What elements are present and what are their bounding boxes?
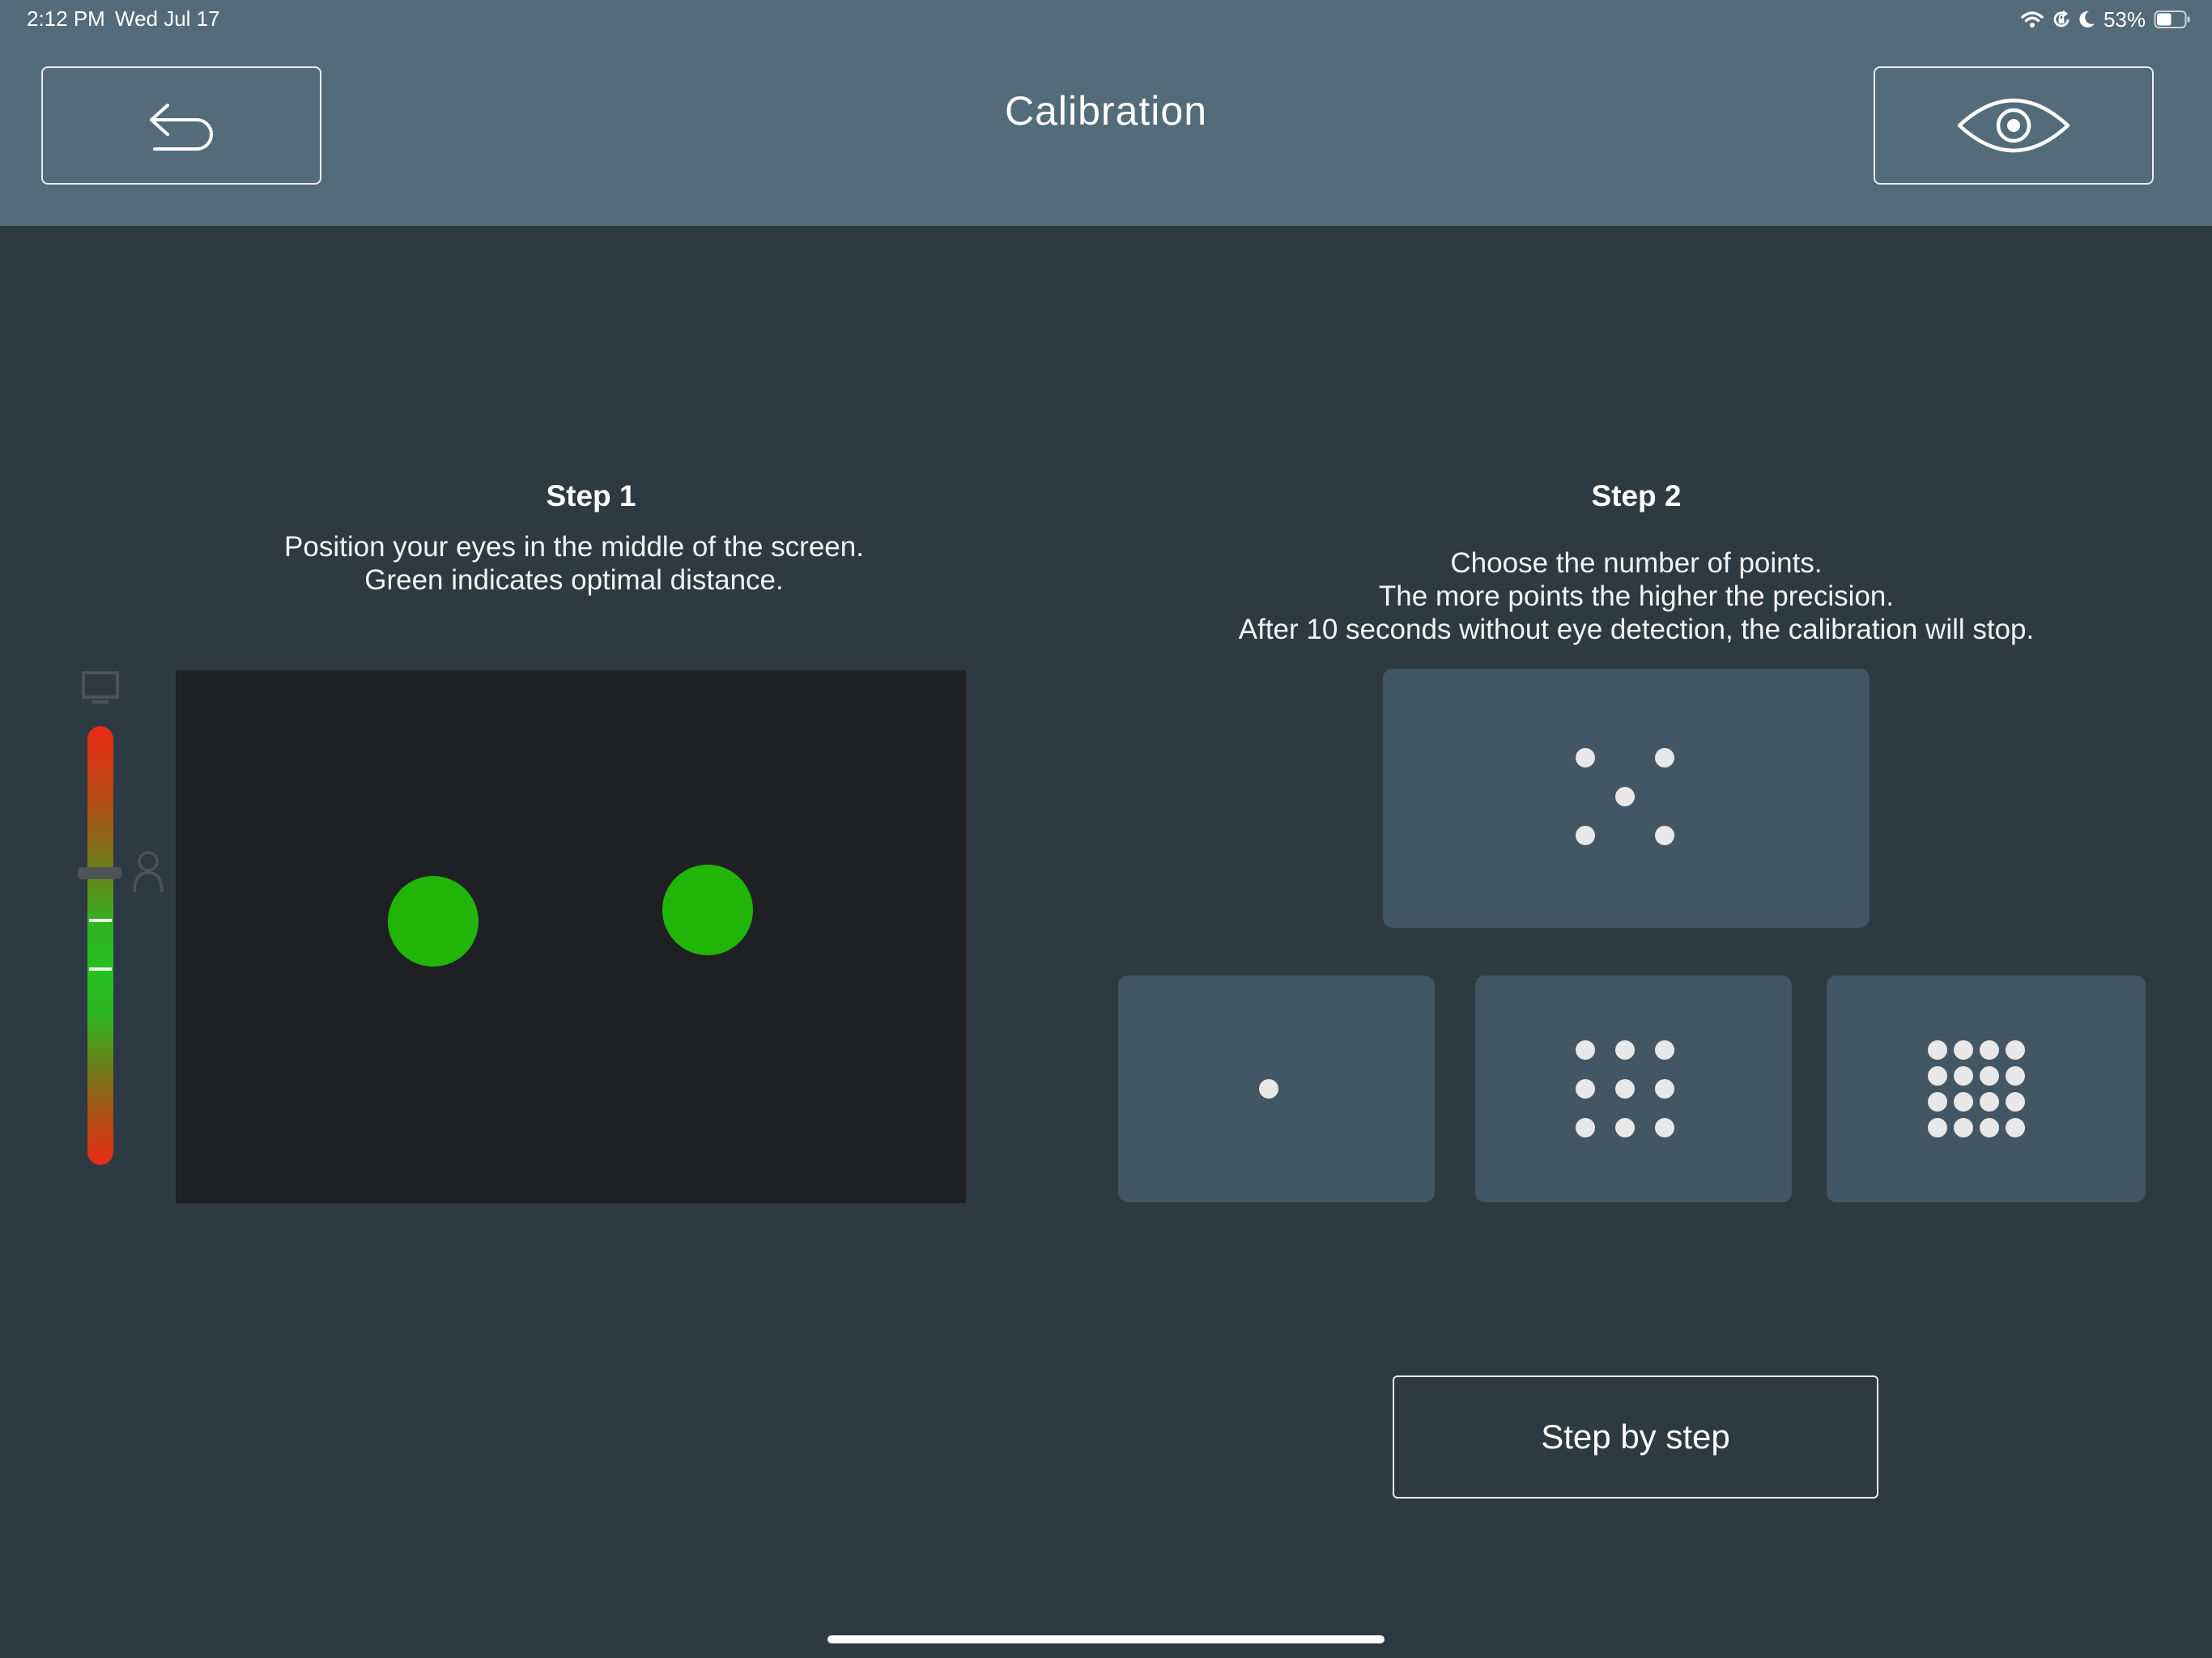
step1-description: Position your eyes in the middle of the …: [169, 530, 979, 597]
person-icon: [133, 851, 164, 893]
calibration-point-icon: [1655, 826, 1674, 845]
calibration-point-icon: [1615, 787, 1635, 806]
calibration-point-icon: [1928, 1118, 1947, 1137]
eye-toggle-button[interactable]: [1874, 66, 2154, 185]
calibration-point-icon: [1576, 1079, 1595, 1099]
status-time: 2:12 PM: [27, 6, 105, 31]
calibration-point-icon: [1954, 1066, 1973, 1086]
optimal-range-marker: [89, 967, 112, 971]
step1-title: Step 1: [546, 479, 636, 512]
eye-icon: [1957, 98, 2070, 153]
calibration-point-icon: [1954, 1092, 1973, 1112]
status-date: Wed Jul 17: [115, 6, 220, 31]
monitor-icon: [82, 671, 119, 704]
moon-icon: [2079, 11, 2095, 28]
step-by-step-button[interactable]: Step by step: [1393, 1375, 1878, 1499]
right-eye-indicator: [662, 865, 753, 955]
step1-description-line: Position your eyes in the middle of the …: [284, 531, 864, 563]
home-indicator[interactable]: [827, 1635, 1385, 1643]
optimal-range-marker: [89, 919, 112, 922]
calibration-point-icon: [2006, 1040, 2025, 1060]
calibration-9-points-option[interactable]: [1475, 976, 1792, 1202]
step2-description-line: The more points the higher the precision…: [1378, 580, 1895, 612]
calibration-point-icon: [2006, 1118, 2025, 1137]
calibration-5-points-option[interactable]: [1383, 669, 1870, 928]
step1-description-line: Green indicates optimal distance.: [364, 564, 784, 596]
calibration-point-icon: [1576, 1040, 1595, 1060]
battery-percentage: 53%: [2103, 6, 2146, 32]
calibration-point-icon: [2006, 1092, 2025, 1112]
battery-icon: [2154, 11, 2190, 28]
calibration-point-icon: [1655, 1079, 1674, 1099]
calibration-point-icon: [1576, 1118, 1595, 1137]
calibration-point-icon: [1655, 748, 1674, 767]
step2-title: Step 2: [1591, 479, 1682, 512]
calibration-point-icon: [1655, 1040, 1674, 1060]
calibration-point-icon: [1655, 1118, 1674, 1137]
step2-description: Choose the number of points. The more po…: [1151, 546, 2122, 646]
camera-preview: [176, 670, 966, 1203]
left-eye-indicator: [388, 876, 479, 967]
calibration-point-icon: [1980, 1066, 1999, 1086]
calibration-16-points-option[interactable]: [1827, 976, 2146, 1202]
wifi-icon: [2021, 11, 2044, 28]
calibration-point-icon: [2006, 1066, 2025, 1086]
calibration-point-icon: [1615, 1040, 1635, 1060]
calibration-point-icon: [1928, 1040, 1947, 1060]
calibration-point-icon: [1980, 1118, 1999, 1137]
calibration-point-icon: [1954, 1118, 1973, 1137]
calibration-point-icon: [1576, 748, 1595, 767]
calibration-point-icon: [1259, 1079, 1278, 1099]
calibration-point-icon: [1980, 1040, 1999, 1060]
calibration-point-icon: [1954, 1040, 1973, 1060]
calibration-point-icon: [1980, 1092, 1999, 1112]
calibration-point-icon: [1615, 1079, 1635, 1099]
calibration-point-icon: [1576, 826, 1595, 845]
calibration-point-icon: [1928, 1066, 1947, 1086]
distance-indicator: [78, 867, 121, 879]
distance-gauge: [87, 726, 113, 1165]
step2-description-line: Choose the number of points.: [1450, 547, 1823, 579]
step2-description-line: After 10 seconds without eye detection, …: [1238, 614, 2035, 645]
calibration-1-point-option[interactable]: [1118, 976, 1435, 1202]
status-icons: 53%: [2021, 5, 2191, 34]
calibration-point-icon: [1615, 1118, 1635, 1137]
orientation-lock-icon: [2053, 11, 2069, 28]
calibration-point-icon: [1928, 1092, 1947, 1112]
